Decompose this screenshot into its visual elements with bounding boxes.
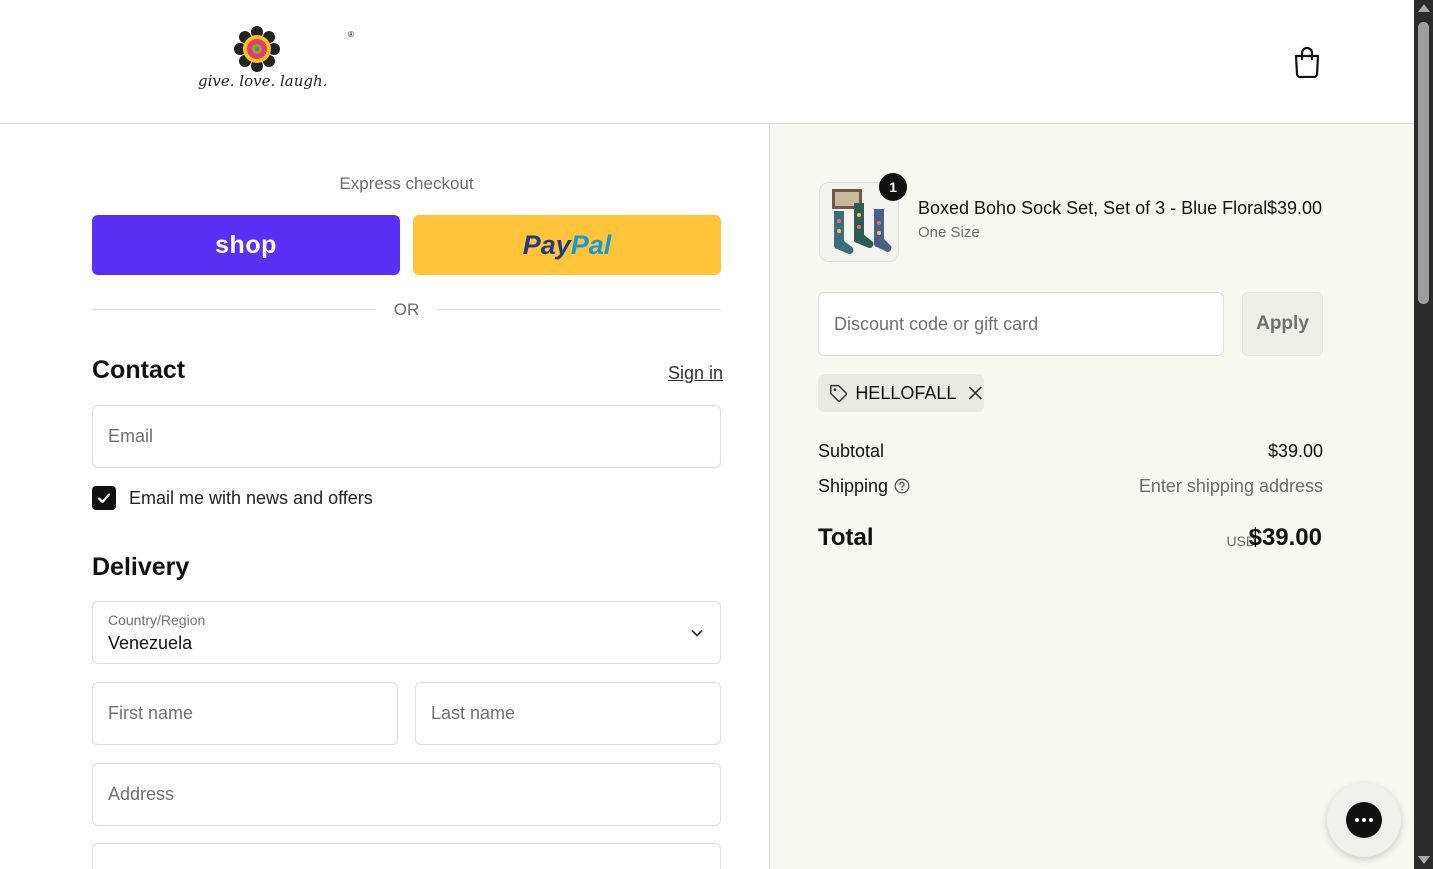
country-select[interactable]: Country/Region Venezuela bbox=[92, 601, 721, 664]
divider-line bbox=[437, 309, 721, 310]
applied-discount-chip: HELLOFALL bbox=[818, 374, 984, 412]
chevron-down-icon bbox=[691, 630, 703, 637]
checkmark-icon bbox=[97, 493, 111, 504]
first-name-field[interactable]: First name bbox=[92, 682, 398, 745]
newsletter-option[interactable]: Email me with news and offers bbox=[92, 486, 373, 510]
sign-in-link[interactable]: Sign in bbox=[668, 363, 723, 384]
tag-icon bbox=[830, 384, 848, 402]
product-name: Boxed Boho Sock Set, Set of 3 - Blue Flo… bbox=[918, 198, 1268, 218]
country-label: Country/Region bbox=[108, 612, 206, 628]
checkout-form-column: Express checkout shop Pay Pal OR Contact … bbox=[0, 124, 769, 869]
discount-code-input[interactable]: Discount code or gift card bbox=[818, 292, 1224, 356]
scroll-thumb[interactable] bbox=[1418, 22, 1429, 304]
chat-launcher-button[interactable] bbox=[1327, 783, 1401, 857]
product-price: $39.00 bbox=[1266, 198, 1322, 218]
paypal-pal-text: Pal bbox=[570, 229, 612, 260]
registered-mark: ® bbox=[348, 30, 354, 39]
or-label: OR bbox=[393, 300, 420, 319]
paypal-pay-text: Pay bbox=[522, 229, 571, 260]
close-icon[interactable] bbox=[967, 384, 984, 402]
contact-heading: Contact bbox=[92, 356, 186, 384]
page-scrollbar[interactable] bbox=[1414, 0, 1433, 869]
shipping-label-group: Shipping bbox=[818, 476, 910, 497]
applied-discount-code: HELLOFALL bbox=[855, 382, 957, 403]
email-field[interactable]: Email bbox=[92, 405, 721, 468]
subtotal-value: $39.00 bbox=[1267, 441, 1323, 461]
natural-life-logo[interactable]: natural life ® give. love. laugh. bbox=[92, 24, 930, 869]
scroll-up-arrow-icon[interactable] bbox=[1418, 4, 1430, 12]
newsletter-label: Email me with news and offers bbox=[129, 487, 373, 508]
apply-discount-button[interactable]: Apply bbox=[1242, 292, 1323, 356]
apartment-field[interactable] bbox=[92, 843, 721, 869]
last-name-field[interactable]: Last name bbox=[415, 682, 721, 745]
express-checkout-title: Express checkout bbox=[339, 174, 474, 193]
country-value: Venezuela bbox=[108, 633, 193, 653]
scroll-down-arrow-icon[interactable] bbox=[1418, 856, 1430, 864]
delivery-heading: Delivery bbox=[92, 553, 190, 581]
paypal-button[interactable]: Pay Pal bbox=[413, 215, 721, 275]
shipping-value: Enter shipping address bbox=[1138, 476, 1323, 496]
flower-logo-icon bbox=[234, 26, 280, 72]
total-value: $39.00 bbox=[1248, 524, 1322, 551]
shop-pay-button[interactable]: shop bbox=[92, 215, 400, 275]
shopping-bag-icon[interactable] bbox=[1292, 46, 1322, 78]
shipping-label: Shipping bbox=[818, 476, 889, 496]
logo-tagline: give. love. laugh. bbox=[198, 72, 328, 90]
order-summary-column: 1 Boxed Boho Sock Set, Set of 3 - Blue F… bbox=[769, 124, 1414, 869]
total-label: Total bbox=[818, 524, 874, 551]
chat-bubble-icon bbox=[1346, 802, 1382, 838]
product-variant: One Size bbox=[918, 224, 980, 241]
divider-line bbox=[92, 309, 376, 310]
subtotal-label: Subtotal bbox=[818, 441, 885, 461]
address-field[interactable]: Address bbox=[92, 763, 721, 826]
or-divider: OR bbox=[92, 298, 721, 322]
question-help-icon[interactable] bbox=[894, 478, 910, 494]
newsletter-checkbox[interactable] bbox=[92, 486, 116, 510]
quantity-badge: 1 bbox=[879, 173, 907, 201]
ellipsis-icon bbox=[1355, 818, 1373, 822]
site-header: natural life ® give. love. laugh. bbox=[0, 0, 1414, 869]
